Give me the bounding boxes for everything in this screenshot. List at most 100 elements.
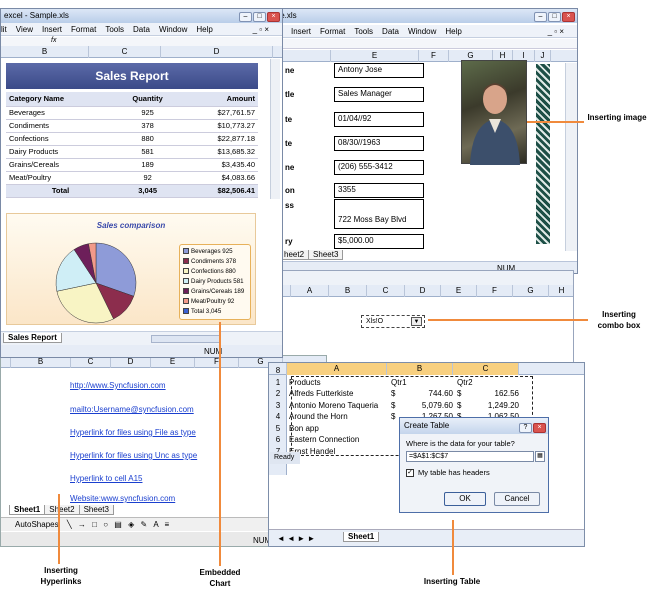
menu-window[interactable]: Window xyxy=(408,27,436,36)
headers-checkbox[interactable]: ✓ xyxy=(406,469,414,477)
vertical-scrollbar[interactable] xyxy=(565,63,577,251)
hyperlink-unc[interactable]: Hyperlink for files using Unc as type xyxy=(70,451,197,460)
col-d[interactable]: D xyxy=(405,285,441,297)
employee-photo[interactable] xyxy=(461,60,527,165)
tab-navigation-icon[interactable]: ◄ ◄ ► ► xyxy=(277,534,315,543)
col-j[interactable]: J xyxy=(535,50,551,62)
tab-sheet2[interactable]: Sheet2 xyxy=(44,505,80,515)
tab-sheet3[interactable]: Sheet3 xyxy=(78,505,114,515)
fill-color-icon[interactable]: ◈ xyxy=(128,520,134,529)
help-icon[interactable]: ? xyxy=(519,422,532,433)
col-g[interactable]: G xyxy=(513,285,549,297)
menu-edit[interactable]: lit xyxy=(1,25,7,34)
tab-sheet1[interactable]: Sheet1 xyxy=(343,532,380,542)
horizontal-scrollbar[interactable] xyxy=(151,335,221,343)
vertical-scrollbar[interactable] xyxy=(270,59,280,199)
textbox-tool-icon[interactable]: ▤ xyxy=(114,520,122,529)
col-c[interactable]: C xyxy=(367,285,405,297)
quantity-cell[interactable]: 925 xyxy=(115,106,181,120)
autoshapes-menu[interactable]: AutoShapes xyxy=(1,520,59,529)
doc-window-controls[interactable]: _ ▫ × xyxy=(548,25,564,37)
close-icon[interactable]: × xyxy=(533,422,546,433)
tab-sheet2[interactable]: heet2 xyxy=(279,250,310,260)
font-color-icon[interactable]: A xyxy=(153,520,158,529)
ok-button[interactable]: OK xyxy=(444,492,486,506)
embedded-chart[interactable]: Sales comparison Beverages 925 Condiments… xyxy=(6,213,256,325)
row-number[interactable]: 2 xyxy=(269,388,287,400)
quantity-cell[interactable]: 189 xyxy=(115,158,181,172)
amount-cell[interactable]: $27,761.57 xyxy=(180,106,258,120)
menu-data[interactable]: Data xyxy=(382,27,399,36)
tab-sheet3[interactable]: Sheet3 xyxy=(308,250,344,260)
quantity-cell[interactable]: 581 xyxy=(115,145,181,159)
hyperlink-cell[interactable]: Hyperlink to cell A15 xyxy=(70,474,142,483)
menu-insert[interactable]: Insert xyxy=(42,25,62,34)
employee-title-cell[interactable]: Sales Manager xyxy=(334,87,424,102)
row-number[interactable]: 6 xyxy=(269,434,287,446)
line-style-icon[interactable]: ≡ xyxy=(165,520,170,529)
menu-window[interactable]: Window xyxy=(159,25,187,34)
birth-date-cell[interactable]: 08/30//1963 xyxy=(334,136,424,151)
maximize-icon[interactable]: □ xyxy=(253,11,266,22)
quantity-cell[interactable]: 378 xyxy=(115,119,181,133)
phone-cell[interactable]: (206) 555-3412 xyxy=(334,160,424,175)
salary-cell[interactable]: $5,000.00 xyxy=(334,234,424,249)
category-cell[interactable]: Confections xyxy=(6,132,116,146)
extension-cell[interactable]: 3355 xyxy=(334,183,424,198)
amount-cell[interactable]: $13,685.32 xyxy=(180,145,258,159)
hyperlink-website[interactable]: http://www.Syncfusion.com xyxy=(70,381,166,390)
doc-window-controls[interactable]: _ ▫ × xyxy=(253,23,269,35)
minimize-icon[interactable]: – xyxy=(239,11,252,22)
category-cell[interactable]: Condiments xyxy=(6,119,116,133)
line-tool-icon[interactable]: ╲ xyxy=(67,520,72,529)
rectangle-tool-icon[interactable]: □ xyxy=(92,520,97,529)
menu-insert[interactable]: Insert xyxy=(291,27,311,36)
menu-data[interactable]: Data xyxy=(133,25,150,34)
col-e[interactable]: E xyxy=(331,50,419,62)
category-cell[interactable]: Dairy Products xyxy=(6,145,116,159)
col-d[interactable]: D xyxy=(161,46,273,58)
hyperlink-mailto[interactable]: mailto:Username@syncfusion.com xyxy=(70,405,194,414)
cancel-button[interactable]: Cancel xyxy=(494,492,540,506)
close-icon[interactable]: × xyxy=(562,11,575,22)
row-number[interactable]: 3 xyxy=(269,400,287,412)
col-f[interactable]: F xyxy=(419,50,449,62)
employee-name-cell[interactable]: Antony Jose xyxy=(334,63,424,78)
col-e[interactable]: E xyxy=(441,285,477,297)
row-number[interactable]: 1 xyxy=(269,377,287,389)
col-a[interactable]: A xyxy=(291,285,329,297)
category-cell[interactable]: Grains/Cereals xyxy=(6,158,116,172)
minimize-icon[interactable]: – xyxy=(534,11,547,22)
menu-format[interactable]: Format xyxy=(71,25,96,34)
combo-box[interactable]: Xls!O ▼ xyxy=(361,315,425,328)
hire-date-cell[interactable]: 01/04//92 xyxy=(334,112,424,127)
amount-cell[interactable]: $10,773.27 xyxy=(180,119,258,133)
range-input[interactable]: =$A$1:$C$7 xyxy=(406,451,534,462)
hyperlink-website-label[interactable]: Website:www.syncfusion.com xyxy=(70,494,175,503)
tab-sales-report[interactable]: Sales Report xyxy=(3,333,62,343)
menu-help[interactable]: Help xyxy=(445,27,461,36)
amount-cell[interactable]: $4,083.66 xyxy=(180,171,258,185)
oval-tool-icon[interactable]: ○ xyxy=(103,520,108,529)
category-cell[interactable]: Meat/Poultry xyxy=(6,171,116,185)
amount-cell[interactable]: $22,877.18 xyxy=(180,132,258,146)
maximize-icon[interactable]: □ xyxy=(548,11,561,22)
menu-format[interactable]: Format xyxy=(320,27,345,36)
col-b[interactable]: B xyxy=(1,46,89,58)
col-h[interactable]: H xyxy=(549,285,573,297)
menu-help[interactable]: Help xyxy=(196,25,212,34)
amount-cell[interactable]: $3,435.40 xyxy=(180,158,258,172)
line-color-icon[interactable]: ✎ xyxy=(140,520,147,529)
range-picker-icon[interactable]: ▦ xyxy=(535,451,545,462)
tab-sheet1[interactable]: Sheet1 xyxy=(9,505,46,515)
quantity-cell[interactable]: 880 xyxy=(115,132,181,146)
menu-view[interactable]: View xyxy=(16,25,33,34)
quantity-cell[interactable]: 92 xyxy=(115,171,181,185)
col-c[interactable]: C xyxy=(89,46,161,58)
menu-tools[interactable]: Tools xyxy=(105,25,124,34)
row-number[interactable]: 5 xyxy=(269,423,287,435)
menu-tools[interactable]: Tools xyxy=(354,27,373,36)
row-number[interactable]: 4 xyxy=(269,411,287,423)
hyperlink-file[interactable]: Hyperlink for files using File as type xyxy=(70,428,196,437)
dialog-title-bar[interactable]: Create Table ? × xyxy=(400,418,548,434)
